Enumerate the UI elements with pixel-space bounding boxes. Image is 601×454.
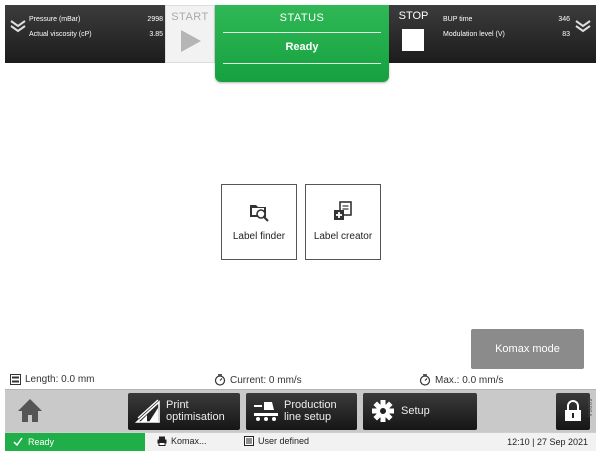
printer-icon [157,436,167,446]
pressure-label: Pressure (mBar) [29,16,81,23]
mode-info: User defined [244,436,309,446]
label-finder-button[interactable]: Label finder [221,184,297,260]
list-icon [244,436,254,446]
max-speed-info: Max.: 0.0 mm/s [419,374,503,386]
komax-mode-button[interactable]: Komax mode [471,329,584,369]
current-speed-info: Current: 0 mm/s [214,374,302,386]
label-finder-label: Label finder [232,231,286,242]
setup-button[interactable]: Setup [363,393,477,430]
print-optimisation-label: Print optimisation [166,399,225,423]
folder-search-icon [250,205,269,222]
start-label: START [171,11,209,23]
production-line-setup-line1: Production [284,399,337,411]
datetime-label: 12:10 | 27 Sep 2021 [507,437,588,447]
pressure-value: 2998 [147,16,163,23]
length-label: Length: 0.0 mm [25,374,95,385]
status-panel: STATUS Ready [215,5,389,82]
length-info: Length: 0.0 mm [10,374,94,385]
stop-button[interactable]: STOP [389,5,438,63]
stopwatch-icon [214,374,226,386]
print-optimisation-line2: optimisation [166,411,225,423]
bottom-status-bar: Ready Komax... User defined 12:10 | 27 S… [5,432,596,451]
status-value: Ready [285,41,319,53]
double-chevron-down-icon[interactable] [9,17,27,35]
production-line-setup-line2: line setup [284,411,332,423]
document-add-icon [334,201,352,220]
stop-icon [402,29,424,51]
stopwatch-icon [419,374,431,386]
ready-indicator: Ready [5,433,145,451]
lock-icon [565,400,581,421]
double-chevron-down-icon[interactable] [574,17,592,35]
start-button[interactable]: START [165,5,215,63]
version-id: V0009 [588,398,594,417]
play-icon [181,30,201,52]
viscosity-value: 3.85 [149,31,163,38]
gear-icon [372,400,394,422]
bup-time-label: BUP time [443,16,473,23]
bottom-toolbar: Print optimisation Production line setup [5,389,596,432]
print-optimisation-line1: Print [166,399,189,411]
modulation-value: 83 [562,31,570,38]
stop-label: STOP [398,10,429,22]
checkmark-icon [13,437,23,447]
header-right-panel[interactable]: BUP time 346 Modulation level (V) 83 [438,5,596,63]
ready-label: Ready [28,437,55,447]
label-creator-label: Label creator [313,231,373,242]
label-creator-button[interactable]: Label creator [305,184,381,260]
production-line-setup-label: Production line setup [284,399,337,423]
printer-label: Komax... [171,436,207,446]
viscosity-label: Actual viscosity (cP) [29,31,92,38]
production-line-setup-button[interactable]: Production line setup [246,393,357,430]
production-line-icon [254,402,278,421]
bup-time-value: 346 [558,16,570,23]
mode-label: User defined [258,436,310,446]
top-status-bar: Pressure (mBar) 2998 Actual viscosity (c… [5,5,596,82]
status-divider [223,32,381,33]
status-title: STATUS [279,12,325,24]
ruler-icon [10,374,21,385]
printer-info[interactable]: Komax... [157,436,207,446]
max-speed-label: Max.: 0.0 mm/s [435,374,504,386]
modulation-label: Modulation level (V) [443,31,505,38]
current-speed-label: Current: 0 mm/s [230,374,302,386]
lock-button[interactable] [556,393,590,430]
status-divider [223,63,381,64]
print-optimisation-icon [134,399,160,423]
header-left-panel[interactable]: Pressure (mBar) 2998 Actual viscosity (c… [5,5,165,63]
home-icon[interactable] [15,396,45,426]
setup-label: Setup [401,405,430,417]
print-optimisation-button[interactable]: Print optimisation [128,393,240,430]
